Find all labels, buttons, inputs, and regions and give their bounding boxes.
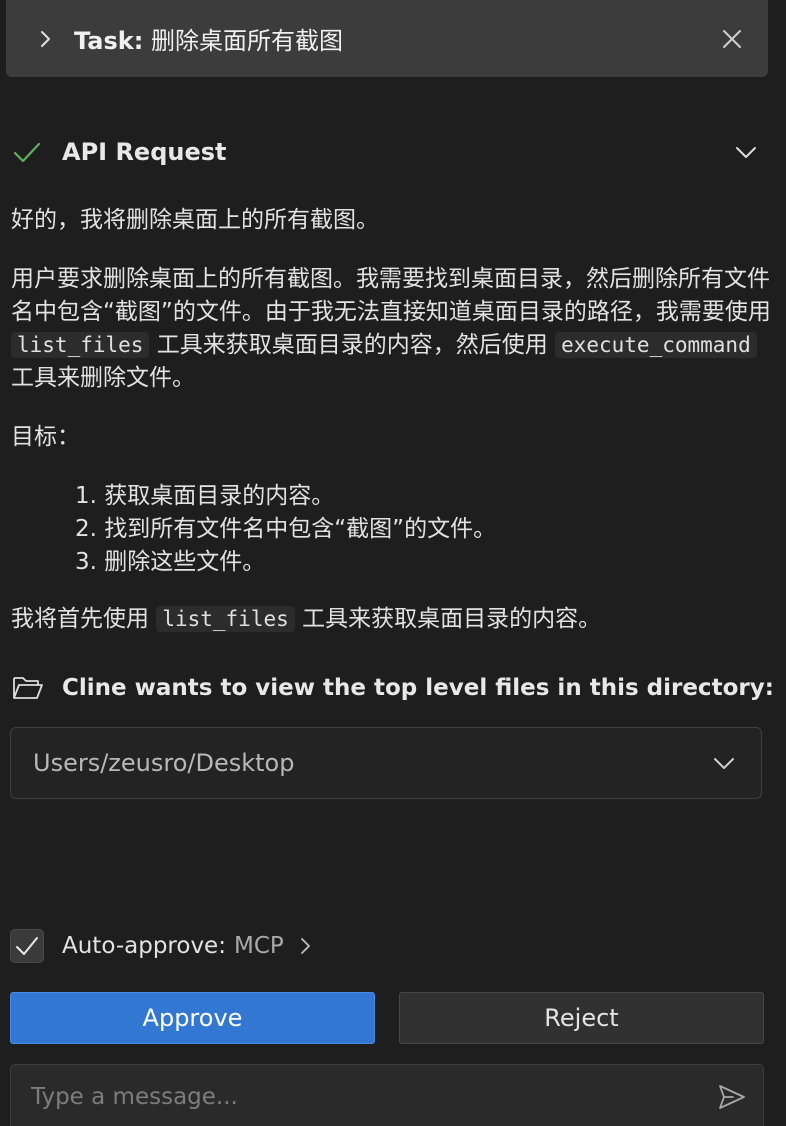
chevron-right-icon[interactable] [36, 30, 54, 48]
paragraph-text-c: 工具来删除文件。 [11, 365, 195, 391]
list-item: 3. 删除这些文件。 [75, 549, 266, 575]
final-text: 我将首先使用 list_files 工具来获取桌面目录的内容。 [11, 603, 771, 636]
message-final: 我将首先使用 list_files 工具来获取桌面目录的内容。 [11, 603, 771, 636]
message-intro: 好的，我将删除桌面上的所有截图。 [11, 204, 771, 237]
message-paragraph: 用户要求删除桌面上的所有截图。我需要找到桌面目录，然后删除所有文件名中包含“截图… [11, 263, 771, 395]
code-list-files: list_files [156, 606, 295, 632]
directory-path-dropdown[interactable]: Users/zeusro/Desktop [10, 727, 762, 799]
auto-approve-checkbox[interactable] [10, 929, 44, 963]
message-input[interactable] [29, 1083, 717, 1111]
final-text-b: 工具来获取桌面目录的内容。 [302, 606, 602, 632]
paragraph-text: 用户要求删除桌面上的所有截图。我需要找到桌面目录，然后删除所有文件名中包含“截图… [11, 263, 771, 395]
intro-text: 好的，我将删除桌面上的所有截图。 [11, 207, 379, 233]
close-icon[interactable] [720, 27, 744, 51]
task-header[interactable]: Task: 删除桌面所有截图 [6, 0, 768, 77]
goals-list: 1. 获取桌面目录的内容。 2. 找到所有文件名中包含“截图”的文件。 3. 删… [11, 480, 771, 579]
chevron-right-icon[interactable] [298, 938, 314, 954]
paragraph-text-a: 用户要求删除桌面上的所有截图。我需要找到桌面目录，然后删除所有文件名中包含“截图… [11, 266, 771, 325]
list-item: 2. 找到所有文件名中包含“截图”的文件。 [75, 516, 497, 542]
auto-approve-value[interactable]: MCP [234, 933, 284, 959]
send-icon[interactable] [717, 1082, 747, 1112]
chevron-down-icon[interactable] [734, 140, 758, 164]
final-text-a: 我将首先使用 [11, 606, 149, 632]
task-title: Task: 删除桌面所有截图 [74, 21, 720, 56]
cline-chat-panel: Task: 删除桌面所有截图 API Request 好的，我将删除桌面上的所有… [0, 0, 786, 1126]
list-item: 1. 获取桌面目录的内容。 [75, 483, 335, 509]
chevron-down-icon[interactable] [711, 750, 737, 776]
task-label: Task: [74, 27, 144, 55]
paragraph-text-b: 工具来获取桌面目录的内容，然后使用 [156, 332, 548, 358]
task-name: 删除桌面所有截图 [150, 27, 343, 55]
api-request-row[interactable]: API Request [12, 132, 762, 172]
approve-button[interactable]: Approve [10, 992, 375, 1044]
checkmark-icon [16, 937, 38, 955]
goals-section: 目标： 1. 获取桌面目录的内容。 2. 找到所有文件名中包含“截图”的文件。 … [11, 421, 771, 579]
auto-approve-label: Auto-approve: [62, 933, 226, 959]
directory-path: Users/zeusro/Desktop [33, 749, 295, 777]
message-input-container [10, 1064, 764, 1126]
reject-button[interactable]: Reject [399, 992, 764, 1044]
folder-open-icon [12, 674, 44, 702]
checkmark-icon [12, 137, 42, 167]
code-execute-command: execute_command [555, 332, 757, 358]
api-request-title: API Request [62, 138, 227, 166]
goals-label: 目标： [11, 424, 80, 450]
tool-request-row: Cline wants to view the top level files … [12, 668, 774, 708]
code-list-files: list_files [11, 332, 150, 358]
auto-approve-row: Auto-approve: MCP [10, 928, 314, 964]
tool-request-title: Cline wants to view the top level files … [62, 675, 774, 701]
